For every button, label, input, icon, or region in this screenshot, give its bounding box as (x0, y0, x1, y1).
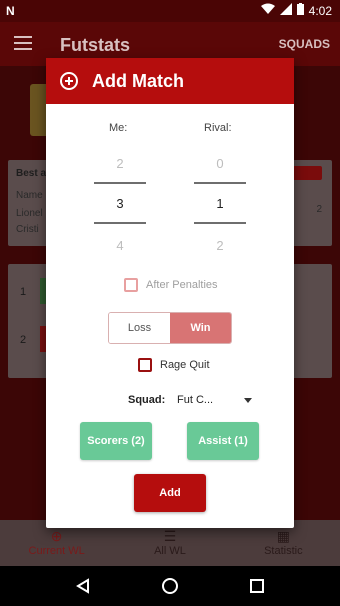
card-line: Lionel (16, 208, 43, 219)
signal-icon (279, 3, 292, 18)
result-toggle: Loss Win (108, 312, 232, 344)
after-penalties-label: After Penalties (146, 279, 218, 291)
app-title: Futstats (60, 35, 131, 55)
loss-button[interactable]: Loss (109, 313, 170, 343)
card-label: Best a (16, 168, 47, 179)
me-label: Me: (109, 122, 128, 134)
checkbox-box (138, 358, 152, 372)
rival-label: Rival: (204, 122, 232, 134)
rage-quit-label: Rage Quit (160, 359, 210, 371)
checkbox-box (124, 278, 138, 292)
add-match-dialog: Add Match Me: Rival: 2 3 4 0 1 2 After P… (46, 58, 294, 528)
clock: 4:02 (308, 3, 332, 18)
squad-label: Squad: (128, 394, 166, 406)
notification-icon: N (6, 4, 15, 18)
dialog-title: Add Match (92, 71, 184, 91)
squad-select[interactable]: Fut C... (177, 394, 213, 406)
scorers-button[interactable]: Scorers (2) (80, 422, 152, 460)
rage-quit-checkbox[interactable]: Rage Quit (138, 358, 210, 372)
card-side-value: 2 (316, 204, 322, 215)
back-icon[interactable] (71, 574, 95, 598)
nav-label: All WL (154, 545, 186, 557)
rival-picker-above[interactable]: 0 (194, 156, 246, 171)
system-nav-bar (0, 566, 340, 606)
battery-icon (296, 3, 304, 18)
me-picker-selected[interactable]: 3 (94, 196, 146, 211)
list-item-number: 1 (20, 286, 27, 298)
nav-label: Statistic (264, 545, 303, 557)
picker-divider (94, 182, 146, 184)
squads-button[interactable]: SQUADS (279, 37, 330, 51)
me-picker-below[interactable]: 4 (94, 238, 146, 253)
rival-picker-selected[interactable]: 1 (194, 196, 246, 211)
me-picker-above[interactable]: 2 (94, 156, 146, 171)
picker-divider (194, 182, 246, 184)
menu-icon[interactable] (14, 36, 32, 50)
recents-icon[interactable] (245, 574, 269, 598)
chart-icon: ▦ (276, 528, 290, 544)
win-button[interactable]: Win (170, 313, 231, 343)
list-item-number: 2 (20, 334, 27, 346)
picker-divider (194, 222, 246, 224)
list-icon: ☰ (163, 528, 177, 544)
nav-label: Current WL (28, 545, 85, 557)
picker-divider (94, 222, 146, 224)
dialog-header: Add Match (46, 58, 294, 104)
rival-picker-below[interactable]: 2 (194, 238, 246, 253)
plus-circle-icon: ⊕ (50, 528, 63, 544)
home-icon[interactable] (158, 574, 182, 598)
wifi-icon (260, 3, 275, 18)
status-bar: N 4:02 (0, 0, 340, 22)
card-line: Cristi (16, 224, 39, 235)
after-penalties-checkbox[interactable]: After Penalties (124, 278, 218, 292)
card-line: Name (16, 190, 43, 201)
add-circle-icon (60, 72, 78, 90)
add-button[interactable]: Add (134, 474, 206, 512)
dropdown-arrow-icon[interactable] (244, 398, 252, 403)
assist-button[interactable]: Assist (1) (187, 422, 259, 460)
